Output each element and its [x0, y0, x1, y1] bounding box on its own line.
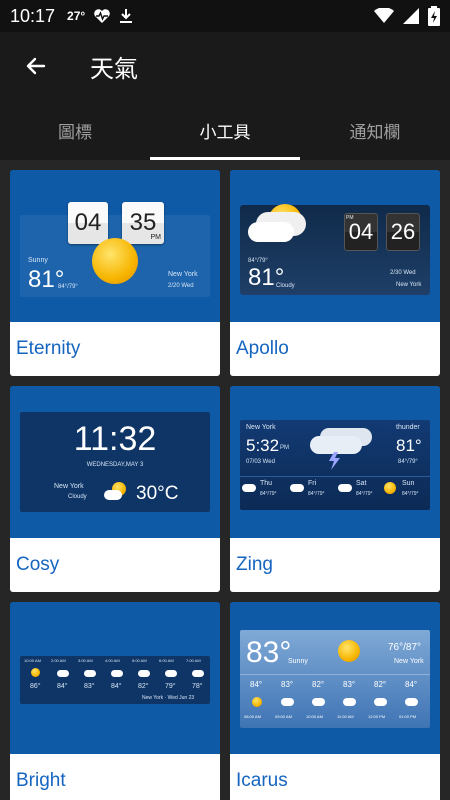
zing-day-thu: Thu 84°/79°: [242, 480, 288, 504]
widget-name: Apollo: [230, 322, 440, 376]
hour-flip: 04: [68, 202, 108, 244]
widget-preview: 83° Sunny 76°/87° New York 84° 83° 82° 8…: [230, 602, 440, 754]
download-icon: [119, 8, 133, 24]
widget-name: Cosy: [10, 538, 220, 592]
minute-flip: 26: [386, 213, 420, 251]
widget-card-eternity[interactable]: 04 35 PM Sunny 81° 84°/79° New York 2/20 …: [10, 170, 220, 376]
partly-cloudy-icon: [104, 482, 128, 502]
cloud-icon: [248, 222, 294, 242]
cloud-icon: [343, 698, 356, 706]
widget-card-cosy[interactable]: 11:32 WEDNESDAY,MAY 3 New York Cloudy 30…: [10, 386, 220, 592]
widget-preview: 04 26 PM 84°/79° 81° Cloudy 2/30 Wed New…: [230, 170, 440, 322]
thunderstorm-icon: [304, 426, 366, 470]
widget-name: Icarus: [230, 754, 440, 800]
widget-name: Eternity: [10, 322, 220, 376]
cloud-icon: [165, 670, 177, 677]
widget-card-apollo[interactable]: 04 26 PM 84°/79° 81° Cloudy 2/30 Wed New…: [230, 170, 440, 376]
sun-icon: [92, 238, 138, 284]
heart-monitor-icon: [93, 8, 111, 24]
sun-icon: [252, 697, 262, 707]
zing-day-fri: Fri 84°/79°: [290, 480, 336, 504]
cloud-icon: [374, 698, 387, 706]
cloud-icon: [281, 698, 294, 706]
status-bar: 10:17 27°: [0, 0, 450, 32]
widget-preview: New York 5:32 PM 07/03 Wed thunder 81° 8…: [230, 386, 440, 538]
widget-name: Zing: [230, 538, 440, 592]
widget-preview: 04 35 PM Sunny 81° 84°/79° New York 2/20 …: [10, 170, 220, 322]
battery-icon: [428, 6, 440, 31]
app-bar: 天氣: [0, 32, 450, 100]
arrow-left-icon: [26, 57, 46, 75]
cloud-icon: [138, 670, 150, 677]
zing-day-sat: Sat 84°/79°: [338, 480, 384, 504]
widget-card-bright[interactable]: 10:00 AM 2:00 AM 3:00 AM 4:00 AM 5:00 AM…: [10, 602, 220, 800]
cloud-icon: [192, 670, 204, 677]
zing-day-sun: Sun 84°/79°: [384, 480, 430, 504]
page-title: 天氣: [90, 54, 138, 83]
tab-bar: 圖標 小工具 通知欄: [0, 100, 450, 160]
back-button[interactable]: [6, 36, 66, 96]
widget-preview: 11:32 WEDNESDAY,MAY 3 New York Cloudy 30…: [10, 386, 220, 538]
cloud-icon: [312, 698, 325, 706]
sun-icon: [338, 640, 360, 662]
wifi-icon: [374, 7, 394, 29]
tab-widgets[interactable]: 小工具: [150, 100, 300, 160]
widget-name: Bright: [10, 754, 220, 800]
widget-preview: 10:00 AM 2:00 AM 3:00 AM 4:00 AM 5:00 AM…: [10, 602, 220, 754]
cloud-icon: [111, 670, 123, 677]
tab-notification-bar[interactable]: 通知欄: [300, 100, 450, 160]
widget-card-icarus[interactable]: 83° Sunny 76°/87° New York 84° 83° 82° 8…: [230, 602, 440, 800]
cloud-icon: [84, 670, 96, 677]
cloud-icon: [405, 698, 418, 706]
widget-grid: 04 35 PM Sunny 81° 84°/79° New York 2/20 …: [0, 160, 450, 800]
sun-icon: [31, 668, 40, 677]
minute-flip: 35 PM: [122, 202, 164, 244]
signal-icon: [402, 7, 420, 30]
status-temp: 27°: [67, 9, 86, 23]
status-time: 10:17: [10, 5, 56, 26]
cloud-icon: [57, 670, 69, 677]
widget-card-zing[interactable]: New York 5:32 PM 07/03 Wed thunder 81° 8…: [230, 386, 440, 592]
tab-icons[interactable]: 圖標: [0, 100, 150, 160]
